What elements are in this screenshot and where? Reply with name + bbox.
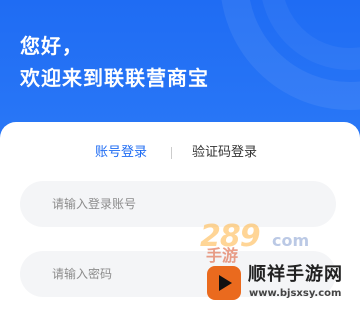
tab-divider bbox=[171, 147, 172, 159]
watermark-game-label: 手游 bbox=[206, 246, 239, 265]
tab-code-login[interactable]: 验证码登录 bbox=[192, 143, 257, 163]
watermark-url: www.bjsxsy.com bbox=[249, 288, 342, 299]
watermark-play-icon bbox=[207, 266, 241, 300]
welcome-title: 欢迎来到联联营商宝 bbox=[20, 66, 209, 90]
watermark-com: com bbox=[272, 231, 310, 250]
greeting-text: 您好， bbox=[20, 34, 83, 58]
login-tabs: 账号登录 验证码登录 bbox=[0, 143, 360, 163]
account-input[interactable] bbox=[20, 181, 336, 227]
tab-account-login[interactable]: 账号登录 bbox=[95, 143, 147, 163]
watermark-brand: 顺祥手游网 bbox=[248, 264, 343, 285]
